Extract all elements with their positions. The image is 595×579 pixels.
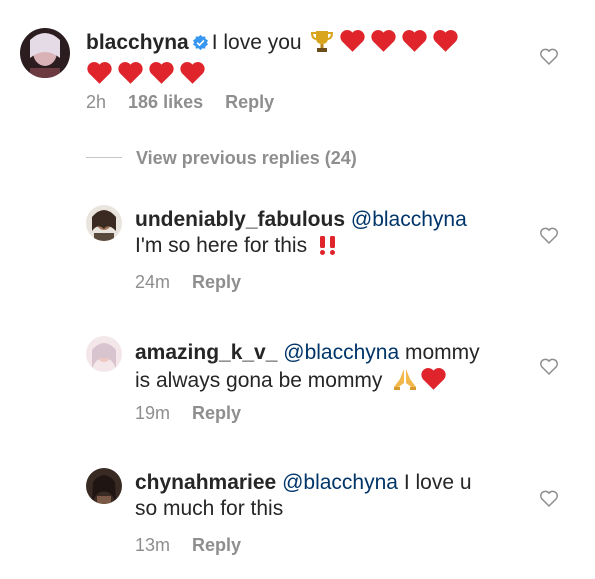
- comment-meta: 24m Reply: [135, 272, 241, 293]
- view-previous-label[interactable]: View previous replies (24): [136, 148, 357, 168]
- red-heart-emoji-row: [339, 30, 459, 54]
- timestamp: 2h: [86, 92, 107, 112]
- comment-meta: 13m Reply: [135, 535, 241, 556]
- comment-body: undeniably_fabulous @blacchyna I'm so he…: [135, 207, 467, 263]
- timestamp: 13m: [135, 535, 171, 555]
- reply-chynahmariee: chynahmariee @blacchyna I love u so much…: [0, 465, 595, 575]
- comment-text: mommy: [405, 341, 480, 364]
- username[interactable]: amazing_k_v_: [135, 341, 277, 364]
- comment-body: amazing_k_v_ @blacchyna mommy is always …: [135, 340, 480, 398]
- timestamp: 19m: [135, 403, 171, 423]
- double-exclamation-emoji-icon: [317, 234, 339, 263]
- comment-meta: 2h 186 likes Reply: [86, 92, 274, 113]
- comment-blacchyna: blacchyna I love you 2h 186 likes Reply: [0, 0, 595, 130]
- mention-link[interactable]: @blacchyna: [283, 341, 399, 364]
- red-heart-emoji-icon: [149, 62, 174, 84]
- comment-text: is always gona be mommy: [135, 369, 383, 392]
- comment-text: so much for this: [135, 497, 284, 520]
- mention-link[interactable]: @blacchyna: [282, 471, 398, 494]
- view-previous-replies-button[interactable]: View previous replies (24): [86, 148, 357, 169]
- comment-meta: 19m Reply: [135, 403, 241, 424]
- red-heart-emoji-icon: [118, 62, 143, 84]
- reply-button[interactable]: Reply: [192, 272, 241, 292]
- comment-text: I love u: [403, 471, 472, 494]
- reply-button[interactable]: Reply: [225, 92, 274, 112]
- reply-button[interactable]: Reply: [192, 535, 241, 555]
- comment-body: blacchyna I love you: [86, 28, 459, 88]
- comment-body: chynahmariee @blacchyna I love u so much…: [135, 470, 472, 522]
- heart-outline-icon[interactable]: [539, 357, 561, 377]
- divider-line: [86, 157, 122, 158]
- mention-link[interactable]: @blacchyna: [351, 208, 467, 231]
- timestamp: 24m: [135, 272, 171, 292]
- comment-text: I love you: [211, 31, 302, 54]
- praying-hands-emoji-icon: [392, 367, 418, 398]
- red-heart-emoji-icon: [433, 30, 458, 52]
- username[interactable]: blacchyna: [86, 31, 189, 54]
- heart-outline-icon[interactable]: [539, 489, 561, 509]
- trophy-emoji-icon: [311, 29, 334, 60]
- username[interactable]: undeniably_fabulous: [135, 208, 345, 231]
- red-heart-emoji-icon: [371, 30, 396, 52]
- heart-outline-icon[interactable]: [539, 47, 561, 67]
- red-heart-emoji-icon: [87, 62, 112, 84]
- avatar[interactable]: [86, 336, 122, 372]
- avatar[interactable]: [86, 205, 122, 241]
- username[interactable]: chynahmariee: [135, 471, 276, 494]
- comment-text: I'm so here for this: [135, 234, 308, 257]
- avatar[interactable]: [86, 468, 122, 504]
- reply-amazing-k-v: amazing_k_v_ @blacchyna mommy is always …: [0, 333, 595, 443]
- verified-badge-icon: [192, 32, 209, 58]
- likes-count[interactable]: 186 likes: [128, 92, 203, 112]
- reply-undeniably-fabulous: undeniably_fabulous @blacchyna I'm so he…: [0, 200, 595, 310]
- red-heart-emoji-icon: [421, 368, 446, 390]
- red-heart-emoji-icon: [402, 30, 427, 52]
- heart-outline-icon[interactable]: [539, 226, 561, 246]
- red-heart-emoji-icon: [340, 30, 365, 52]
- red-heart-emoji-row: [86, 62, 206, 86]
- reply-button[interactable]: Reply: [192, 403, 241, 423]
- avatar[interactable]: [20, 28, 70, 78]
- red-heart-emoji-icon: [180, 62, 205, 84]
